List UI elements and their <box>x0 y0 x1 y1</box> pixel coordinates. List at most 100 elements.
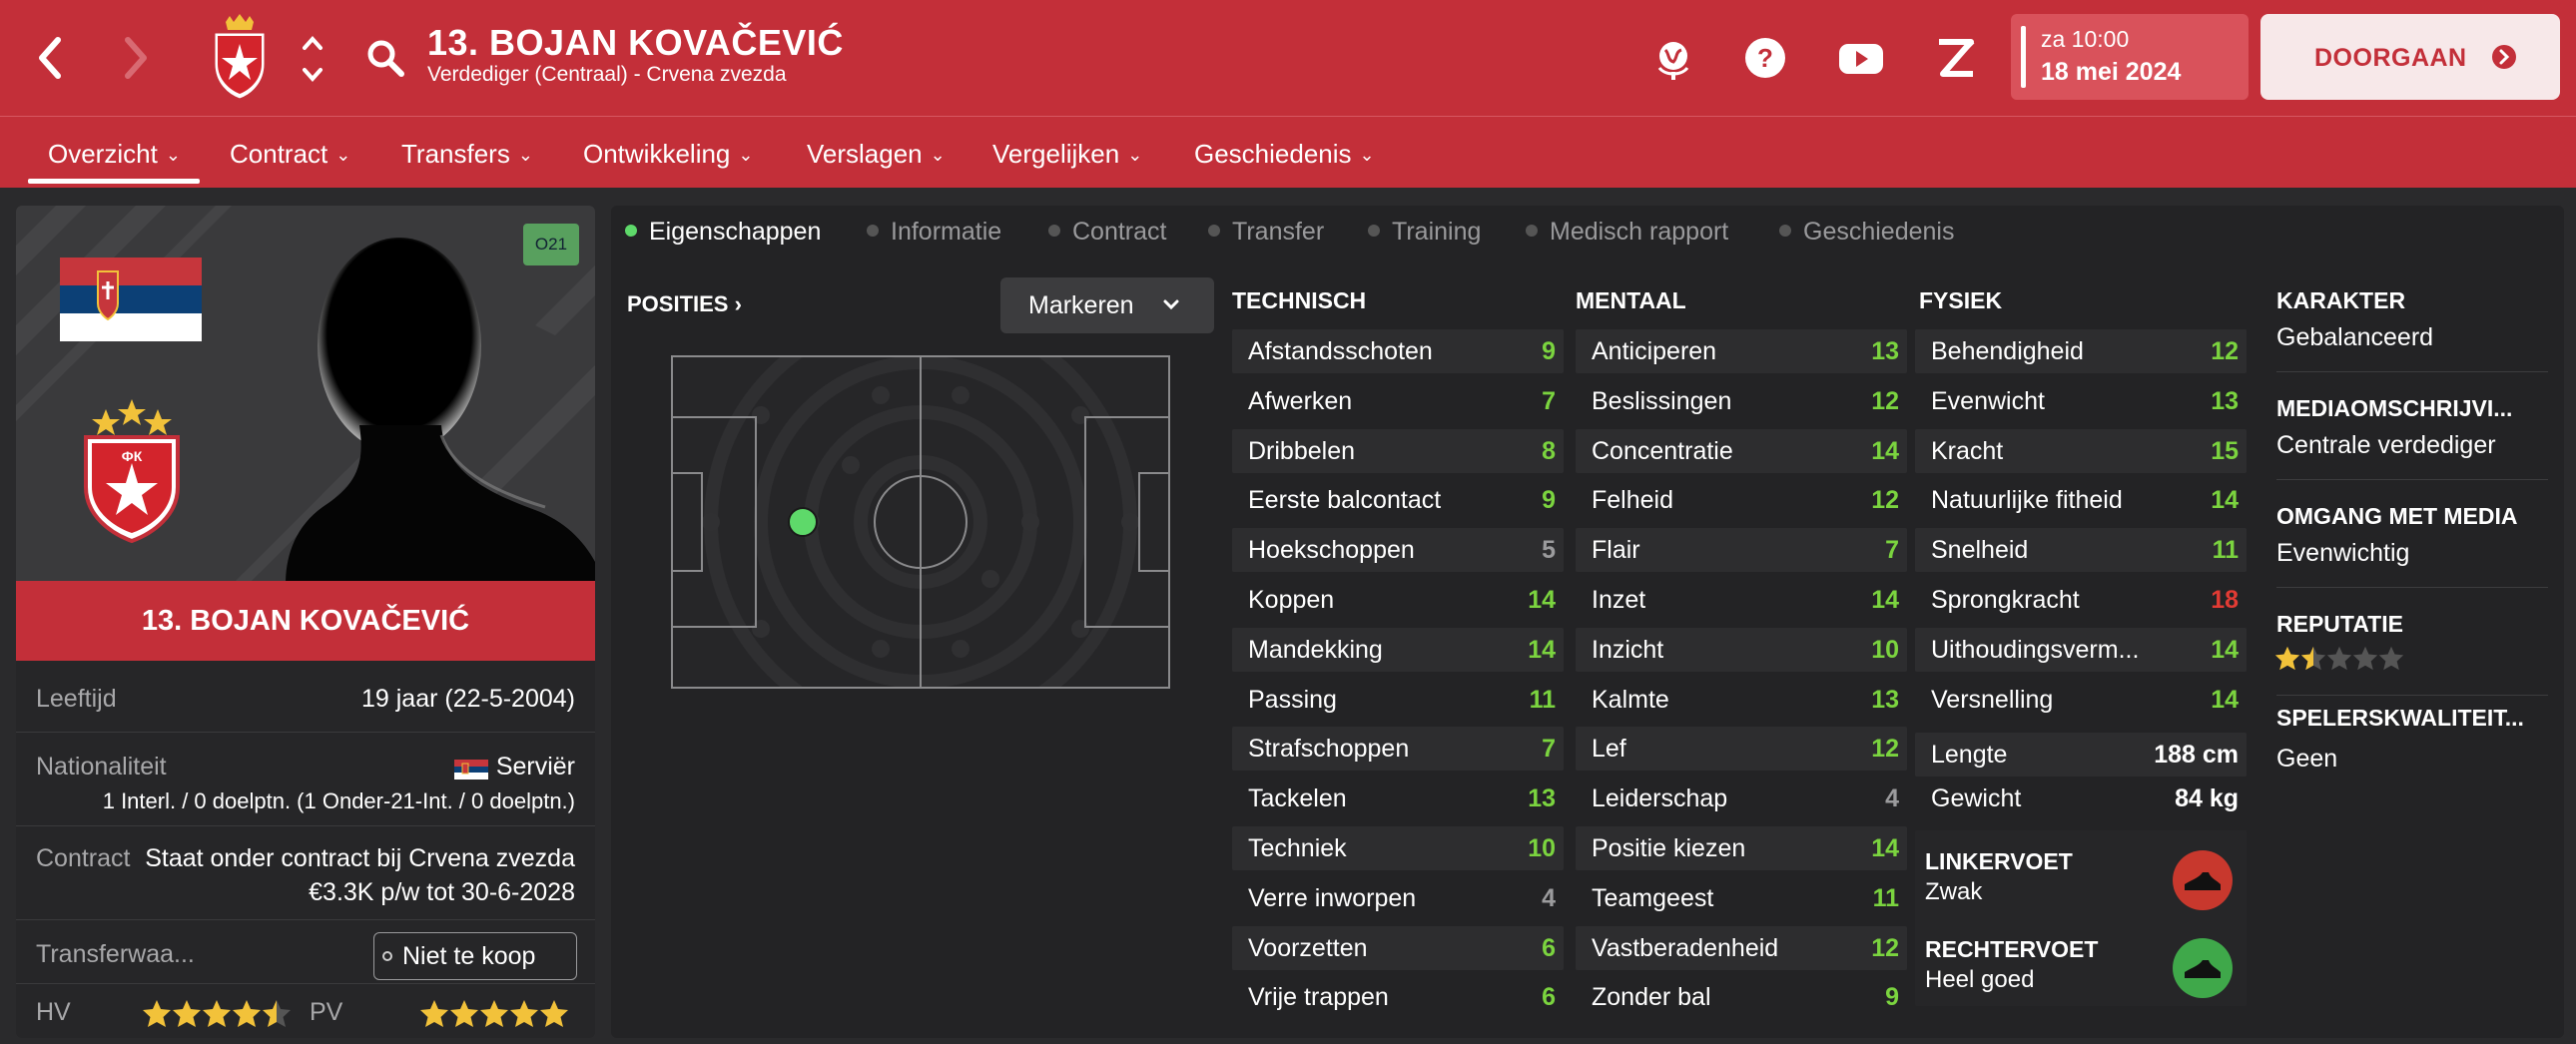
tab-overzicht[interactable]: Overzicht ⌄ <box>48 139 181 170</box>
up-down-icon[interactable] <box>298 24 327 94</box>
mental-attr-row[interactable]: Flair 7 <box>1576 528 1907 573</box>
attr-value: 12 <box>1871 933 1899 962</box>
technical-attr-row[interactable]: Passing 11 <box>1232 678 1564 722</box>
attr-name: Mandekking <box>1248 635 1383 664</box>
globe-icon[interactable] <box>1647 32 1699 84</box>
u21-badge: O21 <box>523 224 579 265</box>
svg-text:ФК: ФК <box>122 448 143 464</box>
svg-text:?: ? <box>1757 43 1773 73</box>
physical-attr-row[interactable]: Snelheid 11 <box>1915 528 2247 573</box>
mental-attr-row[interactable]: Leiderschap 4 <box>1576 777 1907 820</box>
tab-ontwikkeling[interactable]: Ontwikkeling ⌄ <box>583 139 754 170</box>
media-description-title: MEDIAOMSCHRIJVI... <box>2276 395 2513 421</box>
attributes-panel: Eigenschappen Informatie Contract Transf… <box>611 206 2564 1038</box>
star-icon <box>540 1000 568 1027</box>
technical-attr-row[interactable]: Hoekschoppen 5 <box>1232 528 1564 573</box>
tab-geschiedenis[interactable]: Geschiedenis ⌄ <box>1194 139 1375 170</box>
nationality-value[interactable]: Serviër <box>453 753 575 782</box>
forward-icon[interactable] <box>116 30 156 86</box>
transfer-status-button[interactable]: Niet te koop <box>373 932 577 980</box>
zen-icon[interactable] <box>1929 32 1981 84</box>
technical-attr-row[interactable]: Afstandsschoten 9 <box>1232 329 1564 373</box>
technical-attr-row[interactable]: Voorzetten 6 <box>1232 925 1564 970</box>
attr-value: 7 <box>1885 536 1899 565</box>
continue-button[interactable]: DOORGAAN <box>2260 14 2560 100</box>
physical-attr-row[interactable]: Versnelling 14 <box>1915 678 2247 722</box>
physical-attr-row[interactable]: Kracht 15 <box>1915 428 2247 473</box>
mental-attr-row[interactable]: Zonder bal 9 <box>1576 975 1907 1019</box>
attr-name: Hoekschoppen <box>1248 536 1415 565</box>
attr-value: 14 <box>2211 685 2239 714</box>
physical-attr-row[interactable]: Evenwicht 13 <box>1915 379 2247 423</box>
subtab-transfer[interactable]: Transfer <box>1208 218 1324 247</box>
tab-vergelijken[interactable]: Vergelijken ⌄ <box>992 139 1142 170</box>
pv-stars <box>419 998 569 1033</box>
technical-attr-row[interactable]: Afwerken 7 <box>1232 379 1564 423</box>
date-widget[interactable]: za 10:00 18 mei 2024 <box>2011 14 2249 100</box>
dot-icon <box>867 225 879 238</box>
positions-link[interactable]: POSITIES › <box>627 291 742 317</box>
right-foot-icon <box>2173 938 2233 998</box>
youtube-icon[interactable] <box>1835 32 1887 84</box>
physical-attr-row[interactable]: Uithoudingsverm... 14 <box>1915 627 2247 672</box>
mental-attr-row[interactable]: Concentratie 14 <box>1576 428 1907 473</box>
attr-name: Sprongkracht <box>1931 586 2080 614</box>
player-name: 13. BOJAN KOVAČEVIĆ <box>141 605 470 637</box>
dot-icon <box>1048 225 1060 238</box>
weight-row: Gewicht 84 kg <box>1915 777 2247 820</box>
mental-attr-row[interactable]: Felheid 12 <box>1576 478 1907 522</box>
mark-dropdown[interactable]: Markeren <box>1000 277 1214 333</box>
attr-name: Tackelen <box>1248 784 1347 813</box>
weight-value: 84 kg <box>2175 784 2239 812</box>
tab-contract[interactable]: Contract ⌄ <box>230 139 350 170</box>
star-icon <box>480 1000 508 1027</box>
physical-attr-row[interactable]: Sprongkracht 18 <box>1915 578 2247 622</box>
subtab-medisch-rapport[interactable]: Medisch rapport <box>1526 218 1728 247</box>
player-card-header: ФК O21 <box>16 206 595 581</box>
subtab-geschiedenis[interactable]: Geschiedenis <box>1779 218 1954 247</box>
attr-value: 4 <box>1885 784 1899 813</box>
technical-attr-row[interactable]: Verre inworpen 4 <box>1232 876 1564 920</box>
search-icon[interactable] <box>365 38 407 80</box>
technical-attr-row[interactable]: Dribbelen 8 <box>1232 428 1564 473</box>
physical-attr-row[interactable]: Behendigheid 12 <box>1915 329 2247 373</box>
mental-attr-row[interactable]: Beslissingen 12 <box>1576 379 1907 423</box>
mental-attr-row[interactable]: Teamgeest 11 <box>1576 876 1907 920</box>
chevron-down-icon: ⌄ <box>738 145 754 165</box>
back-icon[interactable] <box>30 30 70 86</box>
subtab-contract[interactable]: Contract <box>1048 218 1166 247</box>
tab-verslagen[interactable]: Verslagen ⌄ <box>807 139 946 170</box>
attr-value: 13 <box>2211 386 2239 415</box>
attr-name: Eerste balcontact <box>1248 486 1442 515</box>
mental-attr-row[interactable]: Inzet 14 <box>1576 578 1907 622</box>
mental-attr-row[interactable]: Kalmte 13 <box>1576 678 1907 722</box>
attr-name: Behendigheid <box>1931 337 2084 365</box>
mental-attr-row[interactable]: Positie kiezen 14 <box>1576 826 1907 870</box>
technical-attr-row[interactable]: Koppen 14 <box>1232 578 1564 622</box>
attr-name: Flair <box>1592 536 1640 565</box>
help-icon[interactable]: ? <box>1739 32 1791 84</box>
physical-attr-row[interactable]: Natuurlijke fitheid 14 <box>1915 478 2247 522</box>
technical-attr-row[interactable]: Mandekking 14 <box>1232 627 1564 672</box>
status-dot-icon <box>382 951 392 961</box>
right-foot-value: Heel goed <box>1925 966 2035 993</box>
attr-value: 5 <box>1542 536 1556 565</box>
technical-attr-row[interactable]: Strafschoppen 7 <box>1232 727 1564 772</box>
technical-attr-row[interactable]: Vrije trappen 6 <box>1232 975 1564 1019</box>
subtab-eigenschappen[interactable]: Eigenschappen <box>625 218 821 247</box>
star-icon <box>450 1000 478 1027</box>
technical-attr-row[interactable]: Techniek 10 <box>1232 826 1564 870</box>
contract-line2: €3.3K p/w tot 30-6-2028 <box>309 878 575 906</box>
mental-attr-row[interactable]: Anticiperen 13 <box>1576 329 1907 373</box>
subtab-informatie[interactable]: Informatie <box>867 218 1001 247</box>
mental-attr-row[interactable]: Vastberadenheid 12 <box>1576 925 1907 970</box>
club-crest-icon[interactable] <box>208 14 272 102</box>
technical-attr-row[interactable]: Tackelen 13 <box>1232 777 1564 820</box>
mental-attr-row[interactable]: Inzicht 10 <box>1576 627 1907 672</box>
mental-attr-row[interactable]: Lef 12 <box>1576 727 1907 772</box>
attr-value: 7 <box>1542 735 1556 764</box>
player-subtitle[interactable]: Verdediger (Centraal) - Crvena zvezda <box>427 63 787 87</box>
technical-attr-row[interactable]: Eerste balcontact 9 <box>1232 478 1564 522</box>
tab-transfers[interactable]: Transfers ⌄ <box>401 139 533 170</box>
subtab-training[interactable]: Training <box>1368 218 1481 247</box>
